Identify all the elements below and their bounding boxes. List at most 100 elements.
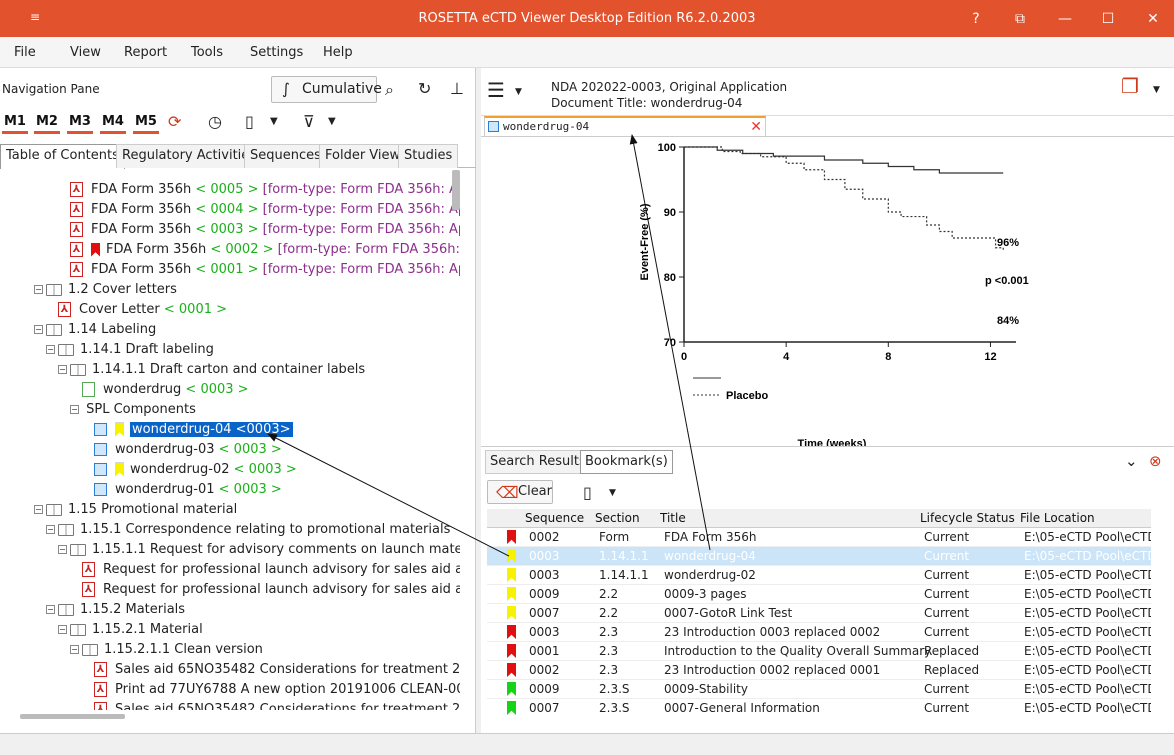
sequence-link[interactable]: < 0003 >	[234, 462, 297, 477]
search-icon[interactable]: ⌕	[385, 80, 394, 100]
collapse-icon[interactable]: −	[46, 525, 55, 534]
column-lifecycle-status[interactable]: Lifecycle Status	[920, 509, 1015, 528]
filter-dropdown-icon[interactable]: ▼	[328, 112, 336, 132]
hamburger-menu-icon[interactable]: ☰	[487, 80, 505, 100]
tree-node[interactable]: ⅄ FDA Form 356h < 0002 > [form-type: Form…	[70, 240, 460, 260]
collapse-icon[interactable]: −	[34, 505, 43, 514]
tree-node[interactable]: ⅄ FDA Form 356h < 0004 > [form-type: Form…	[70, 200, 460, 220]
tab-regulatory-activities[interactable]: Regulatory Activities	[116, 144, 263, 168]
tree-node[interactable]: ⅄ Request for professional launch advisor…	[82, 580, 460, 600]
menu-dropdown-icon[interactable]: ▼	[515, 82, 522, 102]
tree-node[interactable]: − SPL Components	[70, 400, 196, 420]
sequence-link[interactable]: < 0001 >	[164, 302, 227, 317]
tree-node-selected[interactable]: wonderdrug-04 <0003>	[94, 420, 293, 440]
table-row[interactable]: 0003 1.14.1.1 wonderdrug-02 Current E:\05-eC…	[487, 566, 1151, 585]
table-row[interactable]: 0001 2.3 Introduction to the Quality Overa…	[487, 642, 1151, 661]
tree-node[interactable]: ⅄ Request for professional launch advisor…	[82, 560, 460, 580]
table-row[interactable]: 0003 2.3 23 Introduction 0003 replaced 000…	[487, 623, 1151, 642]
sequence-link[interactable]: < 0003 >	[195, 222, 258, 237]
bookmark-dropdown-icon[interactable]: ▼	[609, 483, 616, 503]
collapse-icon[interactable]: −	[70, 645, 79, 654]
table-row[interactable]: 0007 2.2 0007-GotoR Link Test Current E:\05-…	[487, 604, 1151, 623]
sequence-link[interactable]: < 0003 >	[219, 442, 282, 457]
tree-vertical-scrollbar[interactable]	[452, 170, 460, 210]
refresh-icon[interactable]: ↻	[418, 79, 431, 99]
tree-node[interactable]: wonderdrug < 0003 >	[82, 380, 249, 400]
menu-settings[interactable]: Settings	[250, 45, 303, 60]
sync-icon[interactable]: ⟳	[168, 112, 181, 132]
table-row[interactable]: 0002 2.3 23 Introduction 0002 replaced 000…	[487, 661, 1151, 680]
clear-button[interactable]: ⌫ Clear	[487, 480, 553, 504]
minimize-button[interactable]: —	[1052, 6, 1078, 32]
copy-dropdown-icon[interactable]: ▼	[1153, 80, 1160, 100]
collapse-icon[interactable]: −	[34, 325, 43, 334]
column-sequence[interactable]: Sequence	[525, 509, 584, 528]
pin-icon[interactable]: ⊥	[450, 79, 464, 99]
tab-bookmarks[interactable]: Bookmark(s)	[580, 450, 673, 474]
tree-node[interactable]: wonderdrug-03 < 0003 >	[94, 440, 282, 460]
collapse-icon[interactable]: −	[46, 605, 55, 614]
tab-search-results[interactable]: Search Results	[485, 450, 591, 474]
close-pane-icon[interactable]: ⊗	[1149, 451, 1162, 471]
tree-node[interactable]: − 1.14.1 Draft labeling	[46, 340, 214, 360]
table-row[interactable]: 0007 2.3.S 0007-General Information Current…	[487, 699, 1151, 715]
menu-report[interactable]: Report	[124, 45, 167, 60]
tree-node[interactable]: − 1.15.1.1 Request for advisory comments …	[58, 540, 460, 560]
tree-node[interactable]: − 1.15.2.1.1 Clean version	[70, 640, 263, 660]
collapse-icon[interactable]: −	[70, 405, 79, 414]
tree-node[interactable]: − 1.15 Promotional material	[34, 500, 237, 520]
sequence-link[interactable]: < 0001 >	[195, 262, 258, 277]
bookmark-file-icon[interactable]: ▯	[245, 112, 254, 132]
menu-tools[interactable]: Tools	[191, 45, 223, 60]
tree-node[interactable]: ⅄ Sales aid 65NO35482 Considerations for …	[94, 700, 460, 710]
tree-node[interactable]: − 1.15.1 Correspondence relating to promo…	[46, 520, 450, 540]
cumulative-button[interactable]: ∫ Cumulative	[271, 76, 382, 103]
collapse-icon[interactable]: −	[34, 285, 43, 294]
tab-table-of-contents[interactable]: Table of Contents	[0, 144, 125, 169]
tab-folder-view[interactable]: Folder View	[319, 144, 407, 168]
tree-node[interactable]: − 1.2 Cover letters	[34, 280, 177, 300]
tree-node[interactable]: ⅄ FDA Form 356h < 0005 > [form-type: Form…	[70, 180, 460, 200]
tree-node[interactable]: ⅄ FDA Form 356h < 0003 > [form-type: Form…	[70, 220, 460, 240]
column-title[interactable]: Title	[660, 509, 686, 528]
bookmark-file-icon[interactable]: ▯	[583, 483, 592, 503]
document-tab[interactable]: wonderdrug-04 ✕	[484, 116, 766, 136]
collapse-icon[interactable]: −	[58, 365, 67, 374]
table-row[interactable]: 0009 2.2 0009-3 pages Current E:\05-eCTD Poo…	[487, 585, 1151, 604]
bookmark-dropdown-icon[interactable]: ▼	[270, 112, 278, 132]
maximize-button[interactable]: ☐	[1095, 6, 1121, 32]
collapse-icon[interactable]: −	[58, 545, 67, 554]
tab-studies[interactable]: Studies	[398, 144, 459, 168]
sequence-link[interactable]: < 0002 >	[210, 242, 273, 257]
filter-icon[interactable]: ⊽	[303, 112, 315, 132]
module-m4-button[interactable]: M4	[100, 112, 126, 134]
module-m1-button[interactable]: M1	[2, 112, 28, 134]
sequence-link[interactable]: < 0005 >	[195, 182, 258, 197]
table-row[interactable]: 0009 2.3.S 0009-Stability Current E:\05-eCTD…	[487, 680, 1151, 699]
help-button[interactable]: ?	[963, 6, 989, 32]
tree-node[interactable]: ⅄ FDA Form 356h < 0001 > [form-type: Form…	[70, 260, 460, 280]
column-section[interactable]: Section	[595, 509, 640, 528]
tree-node[interactable]: ⅄ Cover Letter < 0001 >	[58, 300, 227, 320]
tree-node[interactable]: wonderdrug-01 < 0003 >	[94, 480, 282, 500]
history-icon[interactable]: ◷	[208, 112, 222, 132]
tree-node[interactable]: − 1.14 Labeling	[34, 320, 156, 340]
tree-node[interactable]: ⅄ Print ad 77UY6788 A new option 20191006…	[94, 680, 460, 700]
collapse-icon[interactable]: −	[58, 625, 67, 634]
collapse-pane-icon[interactable]: ⌄	[1125, 451, 1138, 471]
tree-node[interactable]: − 1.15.2 Materials	[46, 600, 185, 620]
menu-file[interactable]: File	[14, 45, 36, 60]
tree-node[interactable]: − 1.14.1.1 Draft carton and container lab…	[58, 360, 365, 380]
menu-help[interactable]: Help	[323, 45, 353, 60]
table-row[interactable]: 0003 1.14.1.1 wonderdrug-04 Current E:\05-eC…	[487, 547, 1151, 566]
sequence-link[interactable]: < 0003 >	[185, 382, 248, 397]
sequence-link[interactable]: < 0003 >	[219, 482, 282, 497]
column-file-location[interactable]: File Location	[1020, 509, 1095, 528]
tree-node[interactable]: − 1.15.2.1 Material	[58, 620, 203, 640]
close-tab-icon[interactable]: ✕	[750, 118, 762, 136]
tree-node[interactable]: ⅄ Sales aid 65NO35482 Considerations for …	[94, 660, 460, 680]
table-row[interactable]: 0002 Form FDA Form 356h Current E:\05-eCTD P…	[487, 528, 1151, 547]
restore-icon-button[interactable]: ⧉	[1007, 6, 1033, 32]
module-m3-button[interactable]: M3	[67, 112, 93, 134]
tree-node[interactable]: wonderdrug-02 < 0003 >	[94, 460, 297, 480]
